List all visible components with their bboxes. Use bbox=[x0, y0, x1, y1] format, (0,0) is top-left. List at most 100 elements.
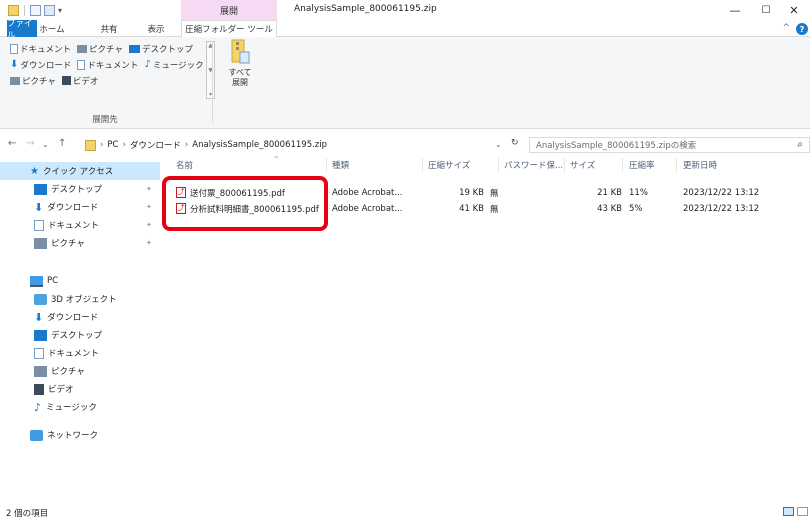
pin-icon[interactable]: ✦ bbox=[146, 185, 152, 193]
recent-locations-icon[interactable]: ⌄ bbox=[42, 140, 49, 149]
column-header-type[interactable]: 種類 bbox=[332, 158, 404, 172]
sidebar-item-pictures[interactable]: ピクチャ ✦ bbox=[0, 234, 160, 252]
destination-label: ドキュメント bbox=[87, 60, 139, 71]
sidebar-item-3d-objects[interactable]: 3D オブジェクト bbox=[0, 290, 160, 308]
extract-all-button[interactable]: すべて 展開 bbox=[225, 38, 255, 100]
column-divider[interactable] bbox=[622, 158, 623, 172]
search-icon[interactable]: ⌕ bbox=[797, 139, 803, 150]
column-header-password[interactable]: パスワード保... bbox=[504, 158, 564, 172]
column-header-modified[interactable]: 更新日時 bbox=[683, 158, 773, 172]
chevron-right-icon: › bbox=[122, 140, 126, 150]
sidebar-item-pc-downloads[interactable]: ⬇ ダウンロード bbox=[0, 308, 160, 326]
sidebar-item-pc[interactable]: PC bbox=[0, 272, 160, 290]
close-button[interactable]: ✕ bbox=[774, 0, 810, 20]
column-divider[interactable] bbox=[326, 158, 327, 172]
tab-compressed-folder-tools[interactable]: 圧縮フォルダー ツール bbox=[181, 20, 277, 38]
sidebar-item-documents[interactable]: ドキュメント ✦ bbox=[0, 216, 160, 234]
tab-home[interactable]: ホーム bbox=[37, 20, 67, 37]
column-divider[interactable] bbox=[676, 158, 677, 172]
sidebar-item-pc-desktop[interactable]: デスクトップ bbox=[0, 326, 160, 344]
column-header-size[interactable]: サイズ bbox=[570, 158, 620, 172]
tab-file[interactable]: ファイル bbox=[7, 19, 37, 41]
column-header-name[interactable]: ⌃ 名前 bbox=[176, 155, 326, 172]
sidebar-item-label: ピクチャ bbox=[51, 367, 85, 377]
destination-label: ダウンロード bbox=[20, 60, 72, 71]
pin-icon[interactable]: ✦ bbox=[146, 203, 152, 211]
details-view-icon[interactable] bbox=[783, 507, 794, 516]
search-box[interactable]: AnalysisSample_800061195.zipの検索 ⌕ bbox=[529, 137, 810, 153]
size-cell: 21 KB bbox=[597, 187, 622, 198]
destination-pictures[interactable]: ピクチャ bbox=[77, 43, 123, 55]
music-note-icon: ♪ bbox=[34, 400, 42, 414]
tab-share[interactable]: 共有 bbox=[92, 20, 126, 37]
item-count: 2 個の項目 bbox=[6, 509, 49, 517]
column-header-ratio[interactable]: 圧縮率 bbox=[629, 158, 669, 172]
pc-icon bbox=[30, 275, 43, 287]
destination-downloads[interactable]: ⬇ ダウンロード bbox=[10, 59, 71, 71]
sidebar-item-label: ダウンロード bbox=[47, 203, 99, 213]
compressed-size-cell: 41 KB bbox=[459, 203, 484, 214]
extract-all-label-2: 展開 bbox=[232, 78, 248, 87]
breadcrumb-pc[interactable]: PC bbox=[107, 140, 118, 150]
destination-documents-2[interactable]: ドキュメント bbox=[77, 59, 138, 71]
folder-icon[interactable] bbox=[8, 4, 19, 16]
refresh-icon[interactable]: ↻ bbox=[511, 138, 519, 148]
destination-music[interactable]: ♪ ミュージック bbox=[144, 59, 203, 71]
destination-desktop[interactable]: デスクトップ bbox=[128, 43, 193, 55]
back-arrow-icon[interactable]: ← bbox=[8, 138, 16, 149]
sidebar-item-pc-music[interactable]: ♪ ミュージック bbox=[0, 398, 160, 416]
separator bbox=[24, 4, 25, 16]
destination-documents[interactable]: ドキュメント bbox=[10, 43, 71, 55]
sidebar-item-label: クイック アクセス bbox=[42, 167, 114, 177]
destination-label: ミュージック bbox=[152, 60, 204, 71]
file-type-cell: Adobe Acrobat... bbox=[332, 187, 403, 198]
pin-icon[interactable]: ✦ bbox=[146, 221, 152, 229]
large-icons-view-icon[interactable] bbox=[797, 507, 808, 516]
help-icon[interactable]: ? bbox=[796, 23, 808, 35]
modified-cell: 2023/12/22 13:12 bbox=[683, 203, 760, 214]
sidebar-item-label: ビデオ bbox=[48, 385, 74, 395]
search-placeholder: AnalysisSample_800061195.zipの検索 bbox=[536, 141, 697, 151]
sidebar-item-network[interactable]: ネットワーク bbox=[0, 426, 160, 444]
destination-label: ピクチャ bbox=[22, 76, 56, 87]
pin-icon[interactable]: ✦ bbox=[146, 239, 152, 247]
ribbon-tab-row: ファイル ホーム 共有 表示 圧縮フォルダー ツール ^ ? bbox=[0, 19, 810, 41]
collapse-ribbon-icon[interactable]: ^ bbox=[782, 23, 790, 33]
sidebar-item-desktop[interactable]: デスクトップ ✦ bbox=[0, 180, 160, 198]
column-header-compressed-size[interactable]: 圧縮サイズ bbox=[428, 158, 488, 172]
pictures-icon bbox=[34, 365, 47, 377]
password-cell: 無 bbox=[490, 188, 499, 199]
address-dropdown-icon[interactable]: ⌄ bbox=[495, 140, 502, 149]
column-divider[interactable] bbox=[564, 158, 565, 172]
column-header-label: 圧縮サイズ bbox=[428, 161, 471, 171]
sidebar-item-pc-pictures[interactable]: ピクチャ bbox=[0, 362, 160, 380]
customize-dropdown-icon[interactable]: ▾ bbox=[58, 6, 62, 15]
tab-view[interactable]: 表示 bbox=[139, 20, 173, 37]
chevron-right-icon: › bbox=[100, 140, 104, 150]
address-bar[interactable]: › PC › ダウンロード › AnalysisSample_800061195… bbox=[80, 137, 506, 153]
sidebar-item-quick-access[interactable]: ★ クイック アクセス bbox=[0, 162, 160, 180]
title-bar: ▾ 展開 AnalysisSample_800061195.zip — ☐ ✕ bbox=[0, 0, 810, 20]
destination-pictures-2[interactable]: ピクチャ bbox=[10, 75, 56, 87]
column-divider[interactable] bbox=[422, 158, 423, 172]
sidebar-item-pc-documents[interactable]: ドキュメント bbox=[0, 344, 160, 362]
sort-ascending-icon: ⌃ bbox=[273, 155, 280, 164]
sidebar-item-label: デスクトップ bbox=[51, 331, 103, 341]
forward-arrow-icon[interactable]: → bbox=[26, 138, 34, 149]
gallery-scroll[interactable]: ▲ ▼ ▾ bbox=[206, 41, 215, 99]
new-folder-icon[interactable] bbox=[44, 4, 55, 16]
column-divider[interactable] bbox=[498, 158, 499, 172]
breadcrumb-zip[interactable]: AnalysisSample_800061195.zip bbox=[192, 140, 327, 150]
breadcrumb-downloads[interactable]: ダウンロード bbox=[130, 139, 181, 151]
column-header-label: 圧縮率 bbox=[629, 161, 655, 171]
destination-videos[interactable]: ビデオ bbox=[61, 75, 98, 87]
up-arrow-icon[interactable]: ↑ bbox=[58, 138, 66, 149]
properties-icon[interactable] bbox=[30, 4, 41, 16]
sidebar-item-label: ドキュメント bbox=[48, 221, 100, 231]
destination-label: ピクチャ bbox=[89, 44, 123, 55]
desktop-icon bbox=[34, 183, 47, 195]
column-header-label: サイズ bbox=[570, 161, 596, 171]
context-tab-group-label: 展開 bbox=[181, 0, 277, 20]
sidebar-item-downloads[interactable]: ⬇ ダウンロード ✦ bbox=[0, 198, 160, 216]
sidebar-item-pc-videos[interactable]: ビデオ bbox=[0, 380, 160, 398]
